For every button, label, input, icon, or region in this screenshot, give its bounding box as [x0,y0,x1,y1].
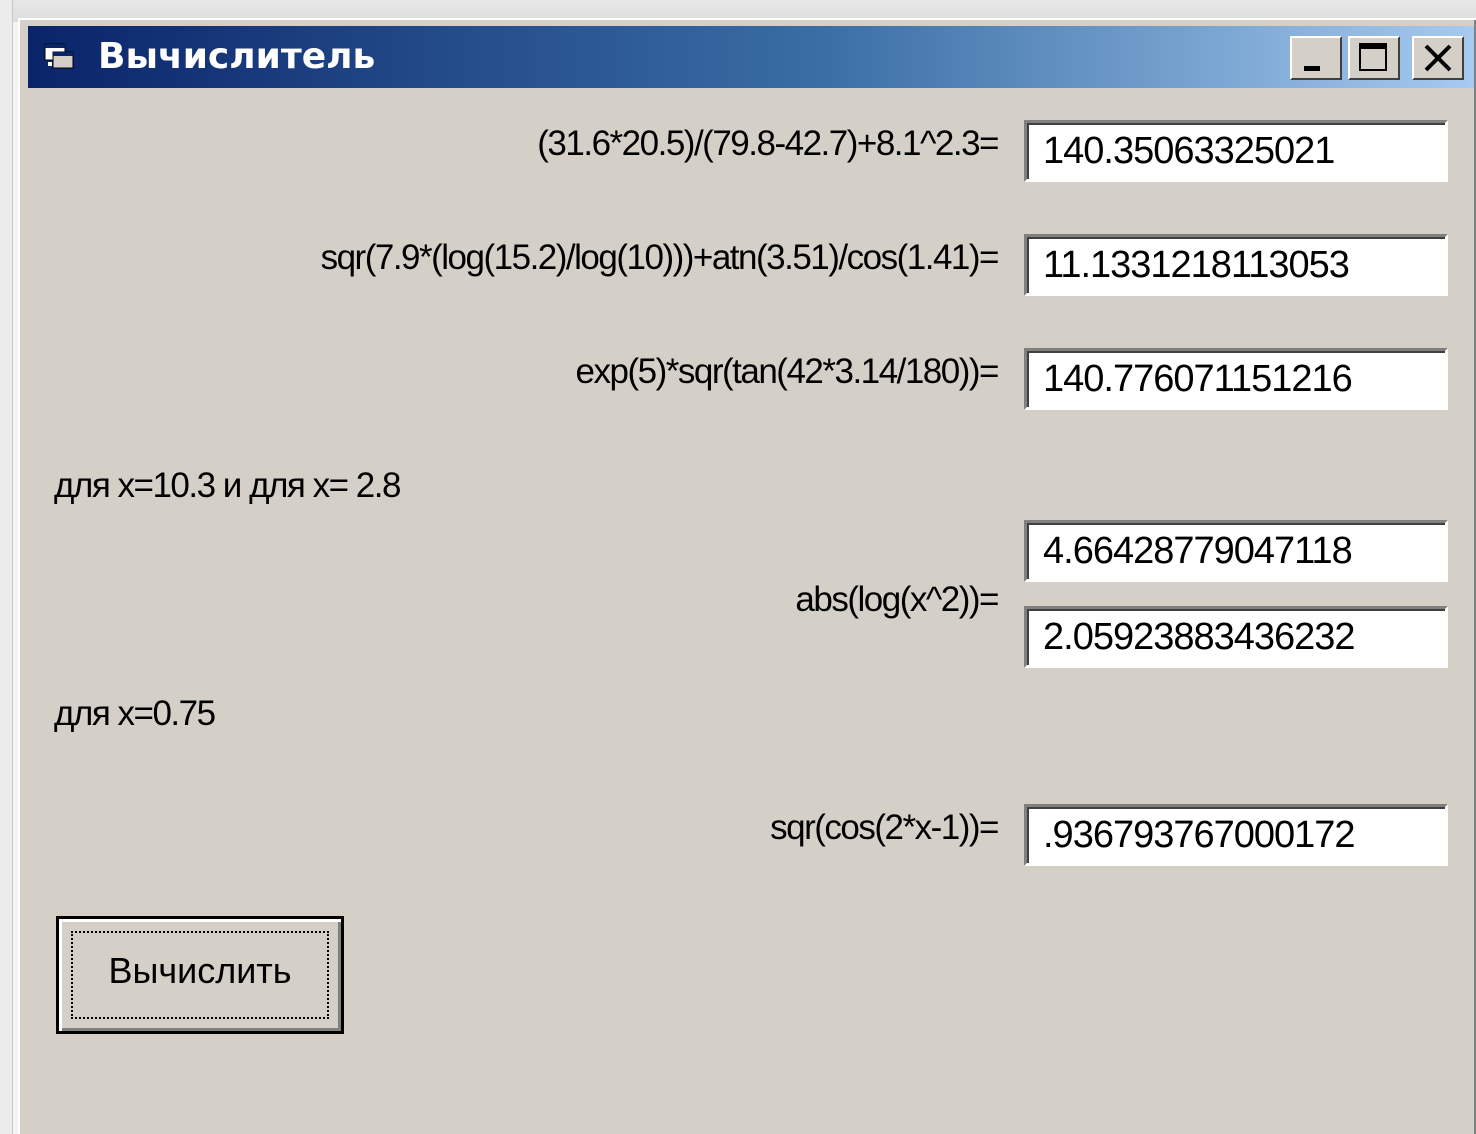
minimize-icon [1304,66,1320,71]
result-field-3[interactable]: 140.776071151216 [1024,348,1448,410]
expression-label-2: sqr(7.9*(log(15.2)/log(10)))+atn(3.51)/c… [320,238,1000,277]
abs-result-field-1[interactable]: 4.66428779047118 [1024,520,1448,582]
result-field-1[interactable]: 140.35063325021 [1024,120,1448,182]
calculator-window: Вычислитель (31.6*20.5)/(79.8-42.7)+8.1^… [18,18,1476,1134]
calculate-button[interactable]: Вычислить [56,916,344,1034]
abs-result-field-2[interactable]: 2.05923883436232 [1024,606,1448,668]
window-title: Вычислитель [98,36,376,77]
cos-x-value-note: для x=0.75 [54,694,216,733]
minimize-button[interactable] [1290,36,1342,80]
abs-log-label: abs(log(x^2))= [795,580,999,619]
close-button[interactable] [1412,36,1464,80]
expression-label-1: (31.6*20.5)/(79.8-42.7)+8.1^2.3= [537,124,999,163]
title-bar[interactable]: Вычислитель [28,26,1474,88]
calculate-button-label: Вычислить [108,950,292,991]
app-window-icon[interactable] [44,42,74,70]
desktop-background-left [0,0,13,1134]
abs-x-values-note: для x=10.3 и для x= 2.8 [54,466,401,505]
maximize-button[interactable] [1348,36,1400,80]
maximize-icon [1359,43,1387,71]
sqr-cos-label: sqr(cos(2*x-1))= [770,808,999,847]
close-icon [1424,44,1452,72]
sqr-cos-result-field[interactable]: .936793767000172 [1024,804,1448,866]
result-field-2[interactable]: 11.1331218113053 [1024,234,1448,296]
expression-label-3: exp(5)*sqr(tan(42*3.14/180))= [575,352,1000,391]
